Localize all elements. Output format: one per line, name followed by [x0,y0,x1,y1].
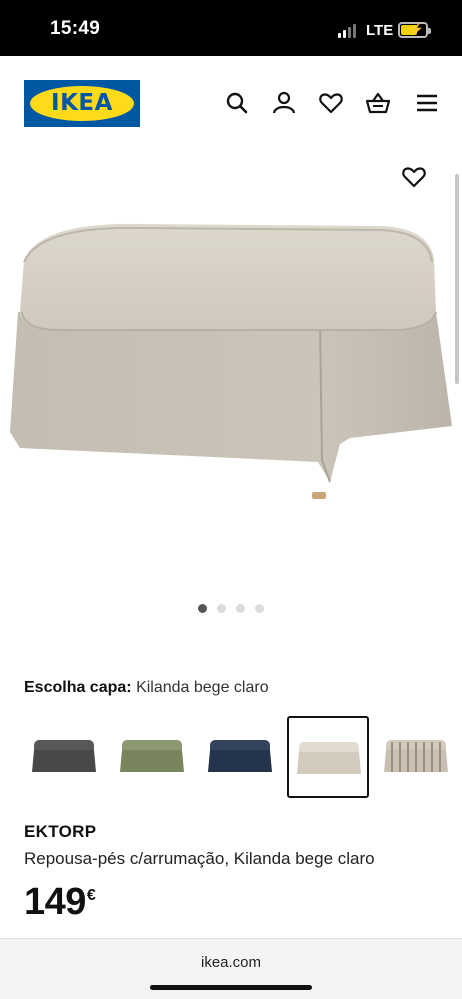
price-currency: € [86,887,96,904]
product-name: EKTORP [24,822,97,841]
favourite-icon[interactable] [401,164,427,190]
status-time: 15:49 [50,18,101,39]
battery-icon: ⚡ [398,22,431,38]
network-label: LTE [366,22,394,39]
cover-swatches [0,716,462,798]
cover-value: Kilanda bege claro [136,679,269,696]
browser-address-bar[interactable]: ikea.com [0,938,462,999]
price-value: 149 [24,881,86,923]
pagination-dot[interactable] [236,604,245,613]
swatch-light-beige[interactable] [287,716,369,798]
pagination-dot[interactable] [217,604,226,613]
cover-label: Escolha capa: [24,679,132,696]
pagination-dot[interactable] [255,604,264,613]
product-price: 149€ [24,881,96,924]
site-header: IKEA [0,56,462,152]
swatch-green[interactable] [112,716,194,798]
home-indicator[interactable] [150,985,312,990]
pagination-dot[interactable] [198,604,207,613]
swatch-dark-blue[interactable] [200,716,282,798]
product-description: Repousa-pés c/arrumação, Kilanda bege cl… [24,849,375,868]
search-icon[interactable] [224,90,250,116]
status-bar: 15:49 LTE ⚡ [0,0,462,56]
gallery-pagination[interactable] [0,604,462,616]
account-icon[interactable] [271,90,297,116]
swatch-striped-beige[interactable] [376,716,458,798]
ikea-logo[interactable]: IKEA [24,80,140,127]
basket-icon[interactable] [365,90,391,116]
swatch-dark-grey[interactable] [24,716,106,798]
address-url[interactable]: ikea.com [0,954,462,971]
product-image [10,223,452,499]
cover-choice: Escolha capa: Kilanda bege claro [24,679,269,697]
product-gallery[interactable] [0,152,462,592]
signal-icon [338,24,356,38]
heart-icon[interactable] [318,90,344,116]
menu-icon[interactable] [414,90,440,116]
